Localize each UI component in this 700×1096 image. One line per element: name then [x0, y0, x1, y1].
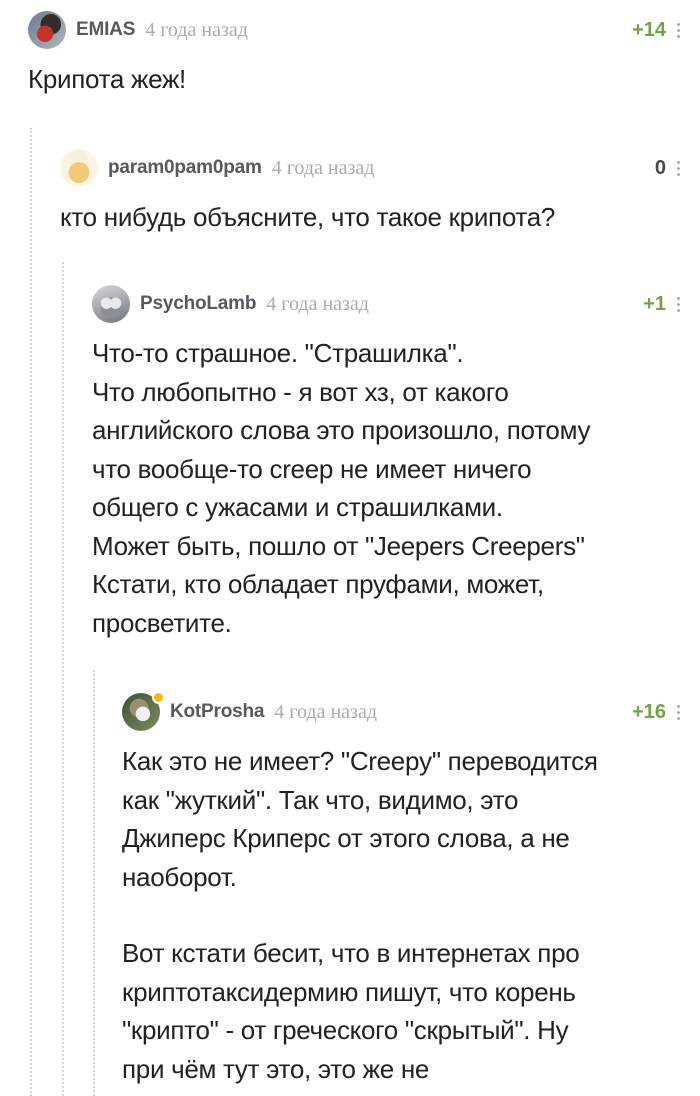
chef-avatar[interactable]: [60, 149, 98, 187]
comment-author[interactable]: EMIAS: [76, 19, 135, 41]
comment-rating: +1: [643, 292, 666, 315]
comment-timestamp[interactable]: 4 года назад: [145, 19, 248, 42]
comment-text-line: Джиперс Криперс от этого слова, а не: [122, 823, 570, 853]
more-options-icon[interactable]: [676, 160, 680, 176]
comment-timestamp[interactable]: 4 года назад: [266, 293, 369, 316]
thread-branch-line[interactable]: [62, 262, 64, 1096]
comment-rating: +14: [632, 18, 666, 41]
thread-branch-line[interactable]: [30, 128, 32, 1096]
comment-text-line: кто нибудь объясните, что такое крипота?: [60, 202, 556, 232]
comment-header: param0pam0pam 4 года назад 0: [60, 146, 680, 190]
comment-rating: +16: [632, 700, 666, 723]
comment-body: Крипота жеж!: [28, 60, 680, 99]
comment-text-line: при чём тут это, это же не: [122, 1053, 430, 1084]
comment-text-line: Что-то страшное. "Страшилка".: [92, 338, 464, 368]
comment-header: KotProsha 4 года назад +16: [122, 690, 680, 734]
comment: param0pam0pam 4 года назад 0 кто нибудь …: [60, 146, 680, 237]
more-options-icon[interactable]: [676, 22, 680, 38]
comment-header: PsychoLamb 4 года назад +1: [92, 282, 680, 326]
comment-text-line: Может быть, пошло от "Jeepers Creepers": [92, 530, 585, 561]
comment-text-line: Как это не имеет? "Creepy" переводится: [122, 746, 598, 776]
comment-rating: 0: [654, 156, 666, 179]
comment-header: EMIAS 4 года назад +14: [28, 8, 680, 52]
comment-text-line: как "жуткий". Так что, видимо, это: [122, 784, 519, 815]
comment-text-line: просветите.: [92, 607, 232, 638]
more-options-icon[interactable]: [676, 704, 680, 720]
comment: KotProsha 4 года назад +16 Как это не им…: [122, 690, 680, 1088]
comment-body: Что-то страшное. "Страшилка". Что любопы…: [92, 334, 680, 642]
comment-text-line: "крипто" - от греческого "скрытый". Ну: [122, 1015, 569, 1045]
comment-author[interactable]: param0pam0pam: [108, 157, 262, 179]
more-options-icon[interactable]: [676, 296, 680, 312]
comment-body: Как это не имеет? "Creepy" переводится к…: [122, 742, 680, 1088]
comment: PsychoLamb 4 года назад +1 Что-то страшн…: [92, 282, 680, 642]
comment: EMIAS 4 года назад +14 Крипота жеж!: [28, 8, 680, 99]
comment-body: кто нибудь объясните, что такое крипота?: [60, 198, 680, 237]
comment-text-line: английского слова это произошло, потому: [92, 415, 591, 445]
comment-text-line: Кстати, кто обладает пруфами, может,: [92, 569, 544, 599]
comment-text-line: Вот кстати бесит, что в интернетах про: [122, 938, 580, 968]
comment-timestamp[interactable]: 4 года назад: [274, 701, 377, 724]
comment-author[interactable]: KotProsha: [170, 701, 264, 723]
comment-text-line: наоборот.: [122, 861, 237, 892]
comment-text-line: Крипота жеж!: [28, 64, 186, 94]
thread-branch-line[interactable]: [93, 670, 95, 1096]
comment-text-line: Что любопытно - я вот хз, от какого: [92, 376, 509, 407]
comment-text-line: криптотаксидермию пишут, что корень: [122, 976, 576, 1007]
online-status-indicator: [152, 691, 165, 704]
bullfinch-avatar[interactable]: [28, 11, 66, 49]
lamb-avatar[interactable]: [92, 285, 130, 323]
comment-text-line: что вообще-то creep не имеет ничего: [92, 453, 532, 484]
comment-author[interactable]: PsychoLamb: [140, 293, 256, 315]
comment-text-line: общего с ужасами и страшилками.: [92, 492, 503, 522]
comment-timestamp[interactable]: 4 года назад: [272, 157, 375, 180]
